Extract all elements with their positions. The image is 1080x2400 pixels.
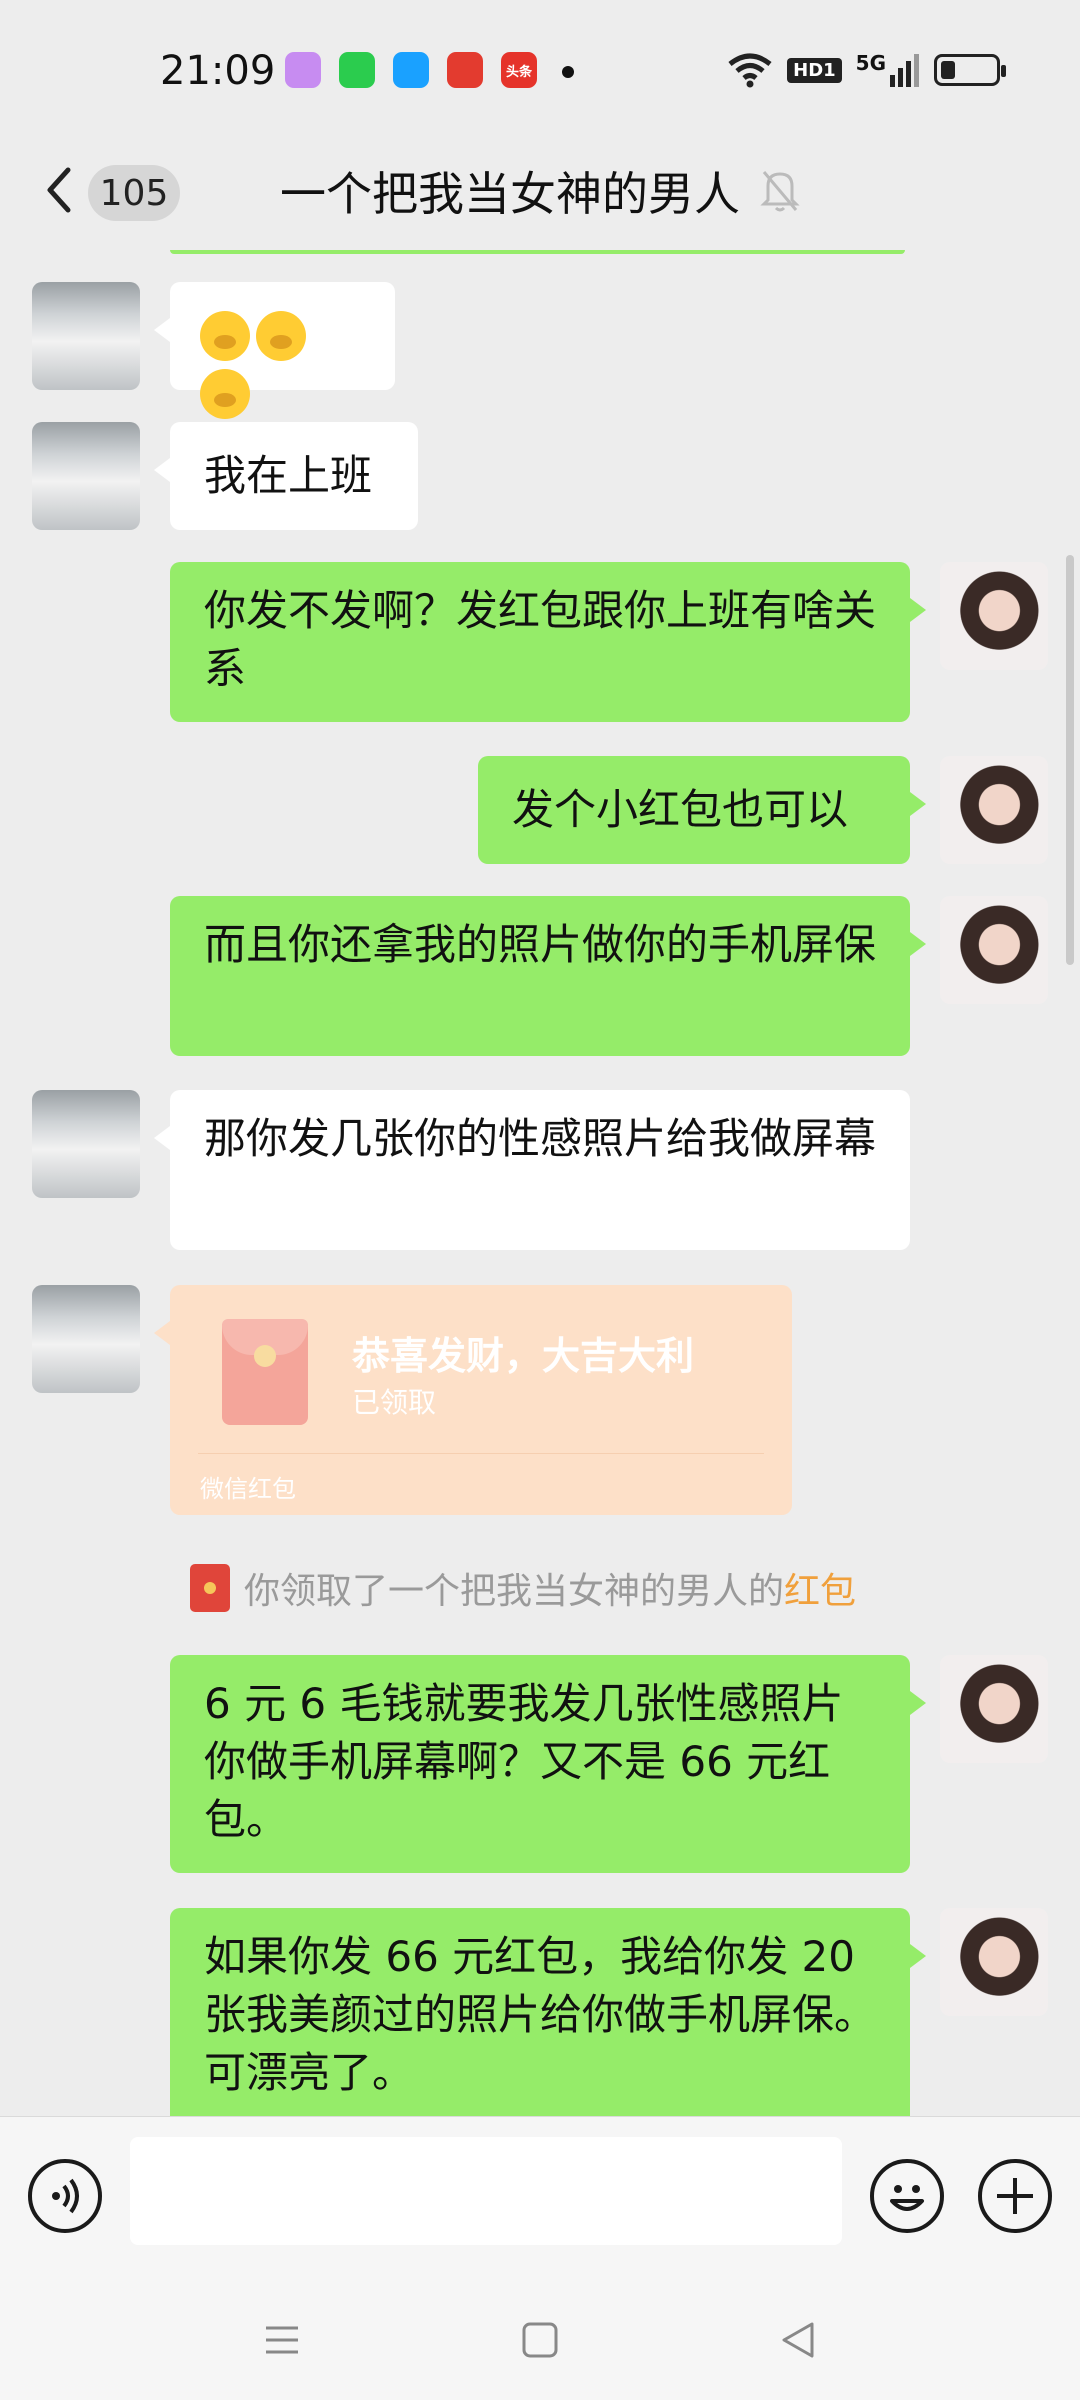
message-input[interactable] — [130, 2137, 842, 2245]
qq-music-app-icon — [285, 52, 321, 88]
back-arrow-icon[interactable] — [38, 160, 78, 220]
contact-avatar[interactable] — [32, 1285, 140, 1393]
unread-count-badge[interactable]: 105 — [88, 165, 180, 221]
status-bar: 21:09 头条 HD1 5G — [0, 0, 1080, 140]
contact-avatar[interactable] — [32, 422, 140, 530]
message-bubble-incoming[interactable] — [154, 282, 395, 419]
facepalm-emoji-icon — [200, 310, 250, 361]
chat-area[interactable]: 我在上班 你发不发啊？发红包跟你上班有啥关系 发个小红包也可以 而且你还拿我的照… — [0, 250, 1080, 2116]
status-app-icons: 头条 — [285, 52, 537, 92]
my-avatar[interactable] — [940, 562, 1048, 670]
plus-icon — [997, 2178, 1033, 2214]
red-packet-status: 已领取 — [352, 1386, 437, 1419]
red-packet-envelope-icon — [222, 1319, 308, 1425]
system-nav-bar — [0, 2280, 1080, 2400]
mute-bell-icon — [760, 171, 800, 212]
status-time: 21:09 — [160, 48, 276, 94]
message-bubble-outgoing[interactable]: 而且你还拿我的照片做你的手机屏保 — [170, 896, 926, 1056]
wifi-icon — [728, 53, 772, 88]
network-type: 5G — [855, 51, 886, 75]
contact-avatar[interactable] — [32, 1090, 140, 1198]
signal-icon — [890, 54, 919, 87]
chat-title[interactable]: 一个把我当女神的男人 — [280, 158, 740, 224]
chat-header: 105 一个把我当女神的男人 — [0, 140, 1080, 250]
hd-badge: HD1 — [787, 57, 842, 83]
contact-avatar[interactable] — [32, 282, 140, 390]
red-packet-card[interactable]: 恭喜发财，大吉大利 已领取 微信红包 — [154, 1285, 792, 1515]
message-bubble-outgoing[interactable]: 如果你发 66 元红包，我给你发 20 张我美颜过的照片给你做手机屏保。可漂亮了… — [170, 1908, 926, 2116]
back-nav-icon[interactable] — [768, 2310, 828, 2370]
red-packet-icon — [190, 1564, 230, 1612]
my-avatar[interactable] — [940, 756, 1048, 864]
facepalm-emoji-icon — [200, 368, 250, 419]
facepalm-emoji-icon — [256, 310, 306, 361]
iqiyi-app-icon — [339, 52, 375, 88]
my-avatar[interactable] — [940, 896, 1048, 1004]
system-notice-text: 你领取了一个把我当女神的男人的 — [244, 1571, 785, 1612]
battery-level — [941, 61, 955, 79]
my-avatar[interactable] — [940, 1908, 1048, 2016]
message-bubble-outgoing[interactable]: 6 元 6 毛钱就要我发几张性感照片你做手机屏幕啊？又不是 66 元红包。 — [170, 1655, 926, 1873]
home-nav-icon[interactable] — [510, 2310, 570, 2370]
status-indicators: HD1 5G — [727, 50, 1006, 90]
red-app-icon — [447, 52, 483, 88]
message-bubble-outgoing[interactable]: 发个小红包也可以 — [478, 756, 926, 864]
red-packet-title: 恭喜发财，大吉大利 — [352, 1334, 695, 1378]
my-avatar[interactable] — [940, 1655, 1048, 1763]
message-bubble-outgoing[interactable]: 你发不发啊？发红包跟你上班有啥关系 — [170, 562, 926, 722]
red-packet-divider — [198, 1453, 764, 1454]
smiley-icon — [890, 2185, 924, 2211]
chat-scrollbar[interactable] — [1066, 555, 1074, 965]
message-bubble-incoming[interactable]: 我在上班 — [154, 422, 418, 530]
notification-dot — [562, 66, 574, 78]
more-options-button[interactable] — [978, 2159, 1052, 2233]
menu-nav-icon[interactable] — [252, 2310, 312, 2370]
voice-input-button[interactable] — [28, 2159, 102, 2233]
tencent-video-app-icon — [393, 52, 429, 88]
red-packet-link[interactable]: 红包 — [784, 1562, 856, 1614]
red-packet-footer: 微信红包 — [200, 1475, 296, 1503]
previous-message-edge — [170, 250, 905, 254]
toutiao-app-icon: 头条 — [501, 52, 537, 88]
system-notice: 你领取了一个把我当女神的男人的 红包 — [190, 1562, 856, 1614]
battery-icon — [934, 54, 1006, 86]
voice-icon — [52, 2178, 79, 2214]
message-bubble-incoming[interactable]: 那你发几张你的性感照片给我做屏幕 — [154, 1090, 910, 1250]
emoji-button[interactable] — [870, 2159, 944, 2233]
input-bar — [0, 2116, 1080, 2280]
